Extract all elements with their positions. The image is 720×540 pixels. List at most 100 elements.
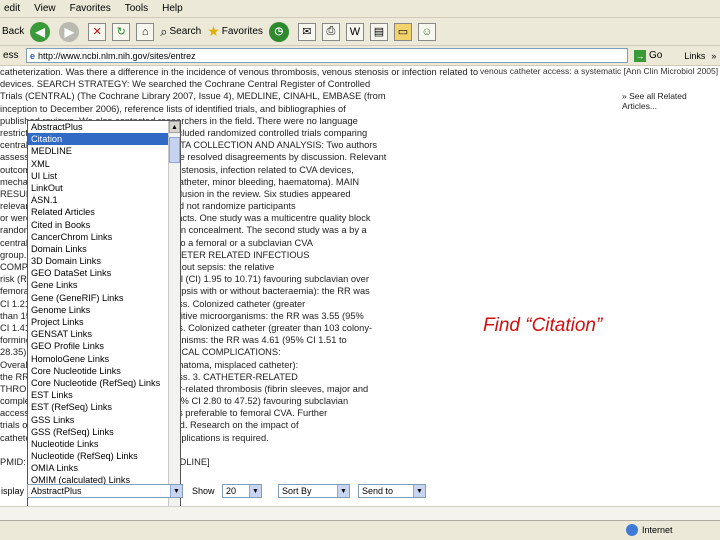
refresh-icon: ↻ <box>112 22 131 41</box>
toolbar-chevron[interactable]: » <box>711 51 716 61</box>
forward-arrow-icon: ▶ <box>59 21 80 42</box>
scroll-up-icon[interactable]: ▲ <box>169 121 180 133</box>
search-icon: ⌕ <box>160 23 168 39</box>
dropdown-option[interactable]: GENSAT Links <box>28 328 169 340</box>
address-bar: ess e http://www.ncbi.nlm.nih.gov/sites/… <box>0 46 720 66</box>
menu-view[interactable]: View <box>34 3 56 14</box>
back-arrow-icon: ◀ <box>30 21 51 42</box>
dropdown-option[interactable]: CancerChrom Links <box>28 231 169 243</box>
refresh-button[interactable]: ↻ <box>112 21 131 43</box>
menu-help[interactable]: Help <box>162 3 183 14</box>
favorites-button[interactable]: ★ Favorites <box>207 21 263 43</box>
print-button[interactable]: ⎙ <box>321 21 340 43</box>
dropdown-option[interactable]: Cited in Books <box>28 219 169 231</box>
dropdown-option[interactable]: MEDLINE <box>28 145 169 157</box>
dropdown-option[interactable]: Core Nucleotide Links <box>28 365 169 377</box>
back-button[interactable]: Back ◀ <box>2 21 53 43</box>
abstract-line: inception to December 2006), reference l… <box>0 103 346 114</box>
dropdown-option[interactable]: EST (RefSeq) Links <box>28 401 169 413</box>
show-select[interactable]: 20 ▼ <box>222 484 262 498</box>
dropdown-option[interactable]: XML <box>28 158 169 170</box>
home-button[interactable]: ⌂ <box>136 21 155 43</box>
page-content: catheterization. Was there a difference … <box>0 66 720 506</box>
display-select[interactable]: AbstractPlus ▼ <box>27 484 183 498</box>
page-icon: e <box>30 50 36 61</box>
dropdown-option[interactable]: 3D Domain Links <box>28 255 169 267</box>
address-url: http://www.ncbi.nlm.nih.gov/sites/entrez <box>38 50 196 61</box>
security-zone: Internet <box>626 524 673 536</box>
dropdown-option[interactable]: Gene Links <box>28 279 169 291</box>
menu-favorites[interactable]: Favorites <box>70 3 111 14</box>
dropdown-option[interactable]: Citation <box>28 133 169 146</box>
dropdown-option[interactable]: EST Links <box>28 389 169 401</box>
dropdown-scrollbar[interactable]: ▲ ▼ <box>168 121 180 506</box>
see-all-related-link[interactable]: » See all Related Articles... <box>622 91 720 111</box>
dropdown-option[interactable]: Project Links <box>28 316 169 328</box>
go-arrow-icon: → <box>634 49 646 62</box>
search-label: Search <box>169 26 202 37</box>
dropdown-option[interactable]: OMIA Links <box>28 462 169 474</box>
go-button[interactable]: → Go <box>634 49 662 62</box>
folder-button[interactable]: ▭ <box>393 21 412 43</box>
search-button[interactable]: ⌕ Search <box>160 21 201 43</box>
dropdown-option[interactable]: Core Nucleotide (RefSeq) Links <box>28 377 169 389</box>
dropdown-option[interactable]: UI List <box>28 170 169 182</box>
show-select-value: 20 <box>226 486 237 496</box>
messenger-icon: ☺ <box>417 22 436 41</box>
chevron-down-icon: ▼ <box>413 485 425 497</box>
status-bar: Internet <box>0 520 720 540</box>
history-button[interactable]: ◷ <box>268 21 292 43</box>
dropdown-option[interactable]: GEO DataSet Links <box>28 267 169 279</box>
zone-label: Internet <box>642 525 673 535</box>
dropdown-option[interactable]: Related Articles <box>28 206 169 218</box>
sort-select-value: Sort By <box>282 486 312 496</box>
dropdown-option[interactable]: GSS Links <box>28 414 169 426</box>
dropdown-option[interactable]: Nucleotide Links <box>28 438 169 450</box>
messenger-button[interactable]: ☺ <box>417 21 436 43</box>
horizontal-scrollbar[interactable] <box>0 506 720 520</box>
related-article[interactable]: venous catheter access: a systematic [An… <box>480 66 720 76</box>
abstract-line: catheterization. Was there a difference … <box>0 67 478 77</box>
star-icon: ★ <box>207 23 220 39</box>
display-controls: isplay AbstractPlus ▼ Show 20 ▼ Sort By … <box>0 482 478 500</box>
send-to-select[interactable]: Send to ▼ <box>358 484 426 498</box>
stop-icon: ✕ <box>88 22 107 41</box>
menu-bar: edit View Favorites Tools Help <box>0 0 720 18</box>
see-all-related-text[interactable]: » See all Related Articles... <box>622 91 687 111</box>
scroll-thumb[interactable] <box>169 137 180 163</box>
dropdown-option[interactable]: ASN.1 <box>28 194 169 206</box>
address-label: ess <box>3 50 19 61</box>
dropdown-option[interactable]: LinkOut <box>28 182 169 194</box>
dropdown-option[interactable]: Nucleotide (RefSeq) Links <box>28 450 169 462</box>
display-format-dropdown[interactable]: AbstractPlus Citation MEDLINE XML UI List Lin… <box>27 120 181 506</box>
menu-tools[interactable]: Tools <box>125 3 148 14</box>
menu-edit[interactable]: edit <box>4 3 20 14</box>
chevron-down-icon: ▼ <box>170 485 182 497</box>
dropdown-option[interactable]: Gene (GeneRIF) Links <box>28 292 169 304</box>
edit-icon: W <box>345 22 364 41</box>
sort-select[interactable]: Sort By ▼ <box>278 484 350 498</box>
chevron-down-icon: ▼ <box>337 485 349 497</box>
mail-button[interactable]: ✉ <box>297 21 316 43</box>
edit-button[interactable]: W <box>345 21 364 43</box>
show-label: Show <box>192 486 215 496</box>
discuss-button[interactable]: ▤ <box>369 21 388 43</box>
dropdown-list: AbstractPlus Citation MEDLINE XML UI List Lin… <box>28 121 169 506</box>
dropdown-option[interactable]: GEO Profile Links <box>28 340 169 352</box>
display-select-value: AbstractPlus <box>31 486 82 496</box>
back-label: Back <box>2 26 25 37</box>
dropdown-option[interactable]: AbstractPlus <box>28 121 169 133</box>
mail-icon: ✉ <box>297 22 316 41</box>
links-button[interactable]: Links <box>684 51 705 61</box>
address-input[interactable]: e http://www.ncbi.nlm.nih.gov/sites/entr… <box>26 48 628 63</box>
stop-button[interactable]: ✕ <box>88 21 107 43</box>
home-icon: ⌂ <box>136 22 155 41</box>
annotation-find-citation: Find “Citation” <box>483 315 603 336</box>
dropdown-option[interactable]: Domain Links <box>28 243 169 255</box>
dropdown-option[interactable]: Genome Links <box>28 304 169 316</box>
discuss-icon: ▤ <box>369 22 388 41</box>
history-icon: ◷ <box>268 21 289 42</box>
dropdown-option[interactable]: GSS (RefSeq) Links <box>28 426 169 438</box>
dropdown-option[interactable]: HomoloGene Links <box>28 353 169 365</box>
forward-button[interactable]: ▶ <box>59 21 82 43</box>
